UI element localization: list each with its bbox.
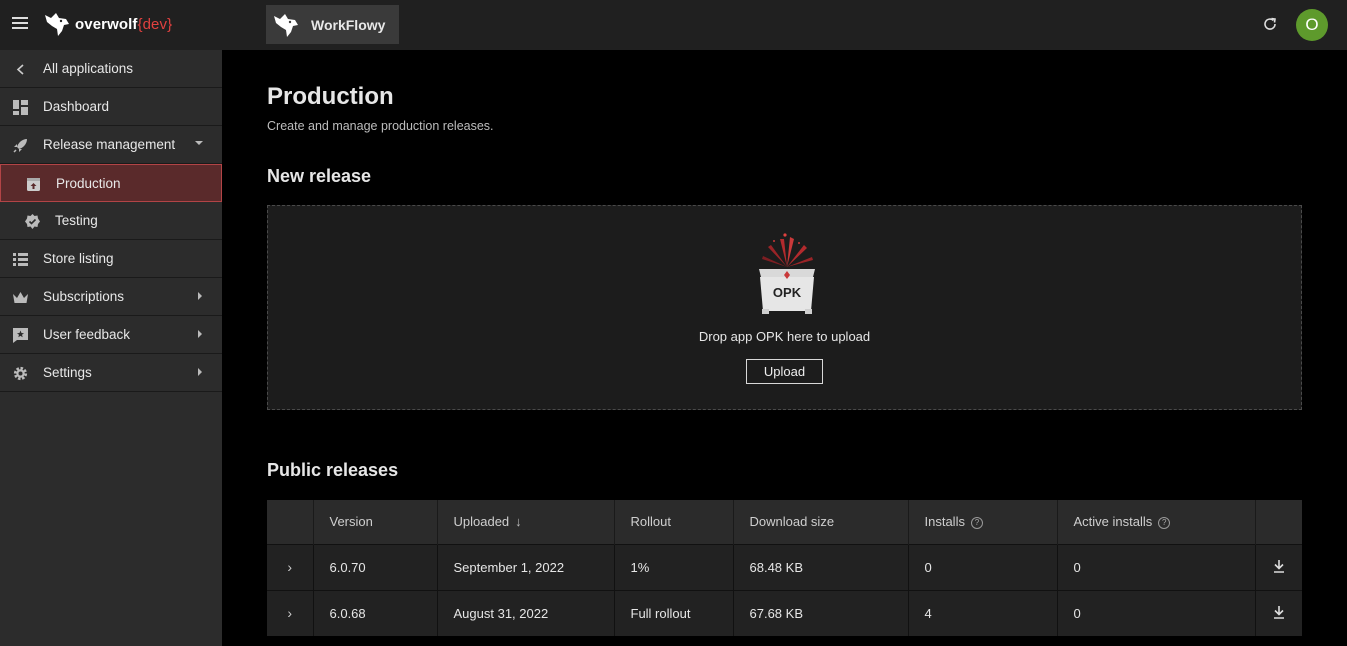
expand-row-icon[interactable]: › bbox=[287, 559, 292, 575]
cell-uploaded: August 31, 2022 bbox=[437, 589, 615, 636]
cell-download-size: 67.68 KB bbox=[733, 589, 909, 636]
app-selector[interactable]: WorkFlowy bbox=[266, 5, 399, 44]
cell-installs: 4 bbox=[908, 589, 1058, 636]
sidebar-item-production[interactable]: Production bbox=[0, 164, 222, 202]
caret-right-icon bbox=[198, 292, 202, 300]
table-row: › 6.0.68 August 31, 2022 Full rollout 67… bbox=[267, 589, 1302, 636]
main-content: Production Create and manage production … bbox=[222, 50, 1347, 646]
cell-download-size: 68.48 KB bbox=[733, 543, 909, 590]
top-bar: overwolf{dev} WorkFlowy O bbox=[0, 0, 1347, 50]
sidebar-item-testing[interactable]: Testing bbox=[0, 202, 222, 240]
sidebar-item-label: Dashboard bbox=[43, 99, 110, 114]
sidebar-item-label: Store listing bbox=[43, 251, 114, 266]
rocket-icon bbox=[13, 139, 27, 153]
list-icon bbox=[13, 253, 28, 266]
header-installs: Installs? bbox=[908, 500, 1058, 544]
new-release-heading: New release bbox=[267, 166, 372, 186]
cell-uploaded: September 1, 2022 bbox=[437, 543, 615, 590]
sidebar-item-label: Release management bbox=[43, 137, 176, 152]
refresh-icon[interactable] bbox=[1261, 15, 1279, 33]
download-icon[interactable] bbox=[1272, 558, 1286, 574]
sort-down-icon[interactable]: ↓ bbox=[515, 514, 522, 529]
releases-table: Version Uploaded ↓ Rollout Download size … bbox=[267, 500, 1302, 636]
sidebar-item-label: Settings bbox=[43, 365, 92, 380]
sidebar-item-label: Production bbox=[56, 176, 121, 191]
cell-rollout: 1% bbox=[614, 543, 734, 590]
sidebar-item-release-management[interactable]: Release management bbox=[0, 126, 222, 164]
header-version: Version bbox=[313, 500, 438, 544]
caret-right-icon bbox=[198, 368, 202, 376]
sidebar-item-label: Subscriptions bbox=[43, 289, 125, 304]
app-name: WorkFlowy bbox=[311, 16, 386, 33]
table-row: › 6.0.70 September 1, 2022 1% 68.48 KB 0… bbox=[267, 543, 1302, 590]
opk-label: OPK bbox=[773, 285, 802, 300]
header-active-installs: Active installs? bbox=[1057, 500, 1256, 544]
sidebar-item-label: Testing bbox=[55, 213, 98, 228]
wolf-logo-icon bbox=[45, 13, 69, 36]
cell-active-installs: 0 bbox=[1057, 589, 1256, 636]
opk-chest-icon: OPK bbox=[759, 233, 815, 314]
sidebar-item-dashboard[interactable]: Dashboard bbox=[0, 88, 222, 126]
table-header-row: Version Uploaded ↓ Rollout Download size … bbox=[267, 500, 1302, 544]
page-title: Production bbox=[267, 83, 394, 110]
page-subtitle: Create and manage production releases. bbox=[267, 119, 494, 133]
menu-icon[interactable] bbox=[12, 17, 28, 31]
public-releases-heading: Public releases bbox=[267, 460, 399, 480]
badge-check-icon bbox=[25, 214, 40, 229]
header-actions bbox=[1255, 500, 1302, 544]
crown-icon bbox=[13, 292, 28, 303]
drop-instructions: Drop app OPK here to upload bbox=[698, 329, 871, 344]
cell-version: 6.0.68 bbox=[313, 589, 438, 636]
caret-down-icon bbox=[195, 141, 203, 145]
sidebar-item-subscriptions[interactable]: Subscriptions bbox=[0, 278, 222, 316]
help-icon[interactable]: ? bbox=[970, 516, 983, 529]
wolf-app-icon bbox=[274, 13, 298, 37]
brand-suffix: {dev} bbox=[137, 15, 173, 33]
cell-installs: 0 bbox=[908, 543, 1058, 590]
header-uploaded[interactable]: Uploaded ↓ bbox=[437, 500, 615, 544]
header-download-size: Download size bbox=[733, 500, 909, 544]
sidebar-item-user-feedback[interactable]: User feedback bbox=[0, 316, 222, 354]
feedback-icon bbox=[13, 328, 28, 343]
gear-icon bbox=[13, 366, 28, 381]
expand-row-icon[interactable]: › bbox=[287, 605, 292, 621]
upload-box-icon bbox=[27, 178, 40, 191]
sidebar-item-label: All applications bbox=[43, 61, 134, 76]
chevron-left-icon bbox=[16, 64, 24, 75]
header-expand bbox=[267, 500, 314, 544]
sidebar-item-settings[interactable]: Settings bbox=[0, 354, 222, 392]
download-icon[interactable] bbox=[1272, 604, 1286, 620]
cell-version: 6.0.70 bbox=[313, 543, 438, 590]
brand-name: overwolf{dev} bbox=[75, 15, 173, 33]
sidebar: All applications Dashboard Release manag… bbox=[0, 50, 222, 646]
sidebar-item-all-applications[interactable]: All applications bbox=[0, 50, 222, 88]
upload-button[interactable]: Upload bbox=[746, 359, 823, 384]
cell-rollout: Full rollout bbox=[614, 589, 734, 636]
opk-dropzone[interactable]: OPK Drop app OPK here to upload Upload bbox=[267, 205, 1302, 410]
header-rollout: Rollout bbox=[614, 500, 734, 544]
avatar[interactable]: O bbox=[1296, 9, 1328, 41]
dashboard-icon bbox=[13, 100, 28, 115]
sidebar-item-store-listing[interactable]: Store listing bbox=[0, 240, 222, 278]
sidebar-item-label: User feedback bbox=[43, 327, 131, 342]
caret-right-icon bbox=[198, 330, 202, 338]
help-icon[interactable]: ? bbox=[1158, 516, 1171, 529]
brand-logo[interactable]: overwolf{dev} bbox=[42, 9, 172, 39]
cell-active-installs: 0 bbox=[1057, 543, 1256, 590]
